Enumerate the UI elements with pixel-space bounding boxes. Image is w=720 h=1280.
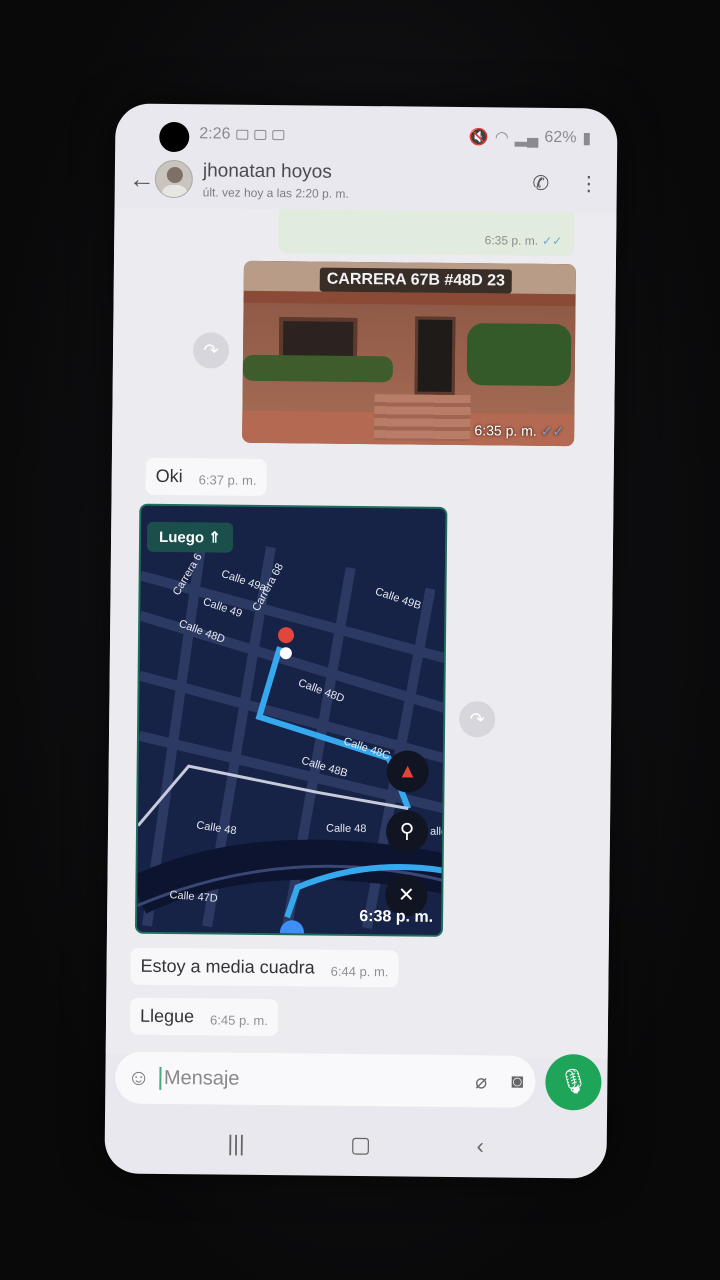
microphone-icon[interactable]: 🎙 xyxy=(545,1053,602,1111)
recent-apps-icon[interactable]: ||| xyxy=(227,1131,244,1157)
message-composer: ☺ Mensaje ⌀ ◙ xyxy=(115,1051,536,1108)
add-call-icon[interactable]: ✆ xyxy=(527,170,555,195)
front-camera xyxy=(159,121,190,153)
incoming-map-screenshot[interactable]: Carrera 6 Calle 49a Carrera 68 Calle 49 … xyxy=(134,503,448,937)
background: 2:26 🔇 ◠ ▂▄ 62% ▮ ← jhonatan hoyos últ. … xyxy=(0,0,720,1280)
message-time: 6:38 p. m. xyxy=(359,907,434,926)
home-icon[interactable]: ▢ xyxy=(350,1132,371,1158)
emoji-icon[interactable]: ☺ xyxy=(127,1065,150,1091)
photo-steps xyxy=(374,394,471,442)
notification-icon xyxy=(272,130,285,141)
turn-up-icon: ⇑ xyxy=(208,529,221,547)
message-time: 6:35 p. m. ✓✓ xyxy=(484,233,563,249)
battery-level: 62% xyxy=(544,128,577,147)
photo-bush xyxy=(242,354,393,383)
notification-icon xyxy=(254,129,267,140)
avatar[interactable] xyxy=(154,159,194,199)
incoming-message[interactable]: Estoy a media cuadra 6:44 p. m. xyxy=(130,947,399,988)
incoming-message[interactable]: Llegue 6:45 p. m. xyxy=(129,997,279,1037)
contact-name: jhonatan hoyos xyxy=(202,159,332,183)
message-time: 6:37 p. m. xyxy=(198,472,257,488)
map-image: Carrera 6 Calle 49a Carrera 68 Calle 49 … xyxy=(136,505,448,937)
system-nav-bar: ||| ▢ ‹ xyxy=(104,1111,607,1178)
read-ticks-icon: ✓✓ xyxy=(540,422,565,440)
read-ticks-icon: ✓✓ xyxy=(542,233,563,249)
photo-bush xyxy=(466,323,572,387)
map-label: Calle 48 xyxy=(326,823,366,835)
phone-screen: 2:26 🔇 ◠ ▂▄ 62% ▮ ← jhonatan hoyos últ. … xyxy=(104,103,618,1179)
incoming-message[interactable]: Oki 6:37 p. m. xyxy=(145,457,267,497)
message-input[interactable]: Mensaje xyxy=(159,1066,452,1093)
photo-door xyxy=(414,316,456,395)
map-label: alle xyxy=(430,826,447,838)
last-seen: últ. vez hoy a las 2:20 p. m. xyxy=(202,184,349,201)
chat-area[interactable]: 6:35 p. m. ✓✓ ↷ CARRERA 67B #48D 23 6:35 … xyxy=(105,207,617,1059)
notification-icon xyxy=(236,129,249,140)
address-sign: CARRERA 67B #48D 23 xyxy=(319,267,513,294)
contact-info[interactable]: jhonatan hoyos últ. vez hoy a las 2:20 p… xyxy=(203,160,507,202)
message-text: Oki xyxy=(155,465,183,487)
message-time: 6:45 p. m. xyxy=(210,1012,268,1029)
banner-text: Luego xyxy=(158,528,205,547)
search-icon: ⚲ xyxy=(385,810,429,853)
navigation-banner: Luego ⇑ xyxy=(146,521,233,553)
wifi-icon: ◠ xyxy=(494,129,509,147)
mute-icon: 🔇 xyxy=(468,129,489,147)
compass-icon: ▲ xyxy=(386,750,429,793)
forward-icon[interactable]: ↷ xyxy=(192,332,230,369)
message-time: 6:35 p. m. ✓✓ xyxy=(474,422,565,440)
outgoing-photo-message[interactable]: CARRERA 67B #48D 23 6:35 p. m. ✓✓ xyxy=(242,260,576,447)
camera-icon[interactable]: ◙ xyxy=(511,1070,523,1093)
message-time: 6:44 p. m. xyxy=(330,963,389,980)
message-text: Llegue xyxy=(139,1005,195,1027)
battery-icon: ▮ xyxy=(582,130,592,148)
status-time: 2:26 xyxy=(199,125,231,143)
outgoing-message[interactable]: 6:35 p. m. ✓✓ xyxy=(278,209,575,257)
paperclip-icon[interactable]: ⌀ xyxy=(475,1069,487,1094)
forward-icon[interactable]: ↷ xyxy=(458,701,496,738)
signal-icon: ▂▄ xyxy=(514,129,539,147)
status-bar: 2:26 🔇 ◠ ▂▄ 62% ▮ xyxy=(199,122,591,150)
more-vertical-icon[interactable]: ⋮ xyxy=(575,171,603,196)
back-nav-icon[interactable]: ‹ xyxy=(476,1133,484,1159)
arrow-left-icon[interactable]: ← xyxy=(129,163,155,194)
message-text: Estoy a media cuadra xyxy=(140,955,315,978)
chat-header: ← jhonatan hoyos últ. vez hoy a las 2:20… xyxy=(115,149,618,212)
